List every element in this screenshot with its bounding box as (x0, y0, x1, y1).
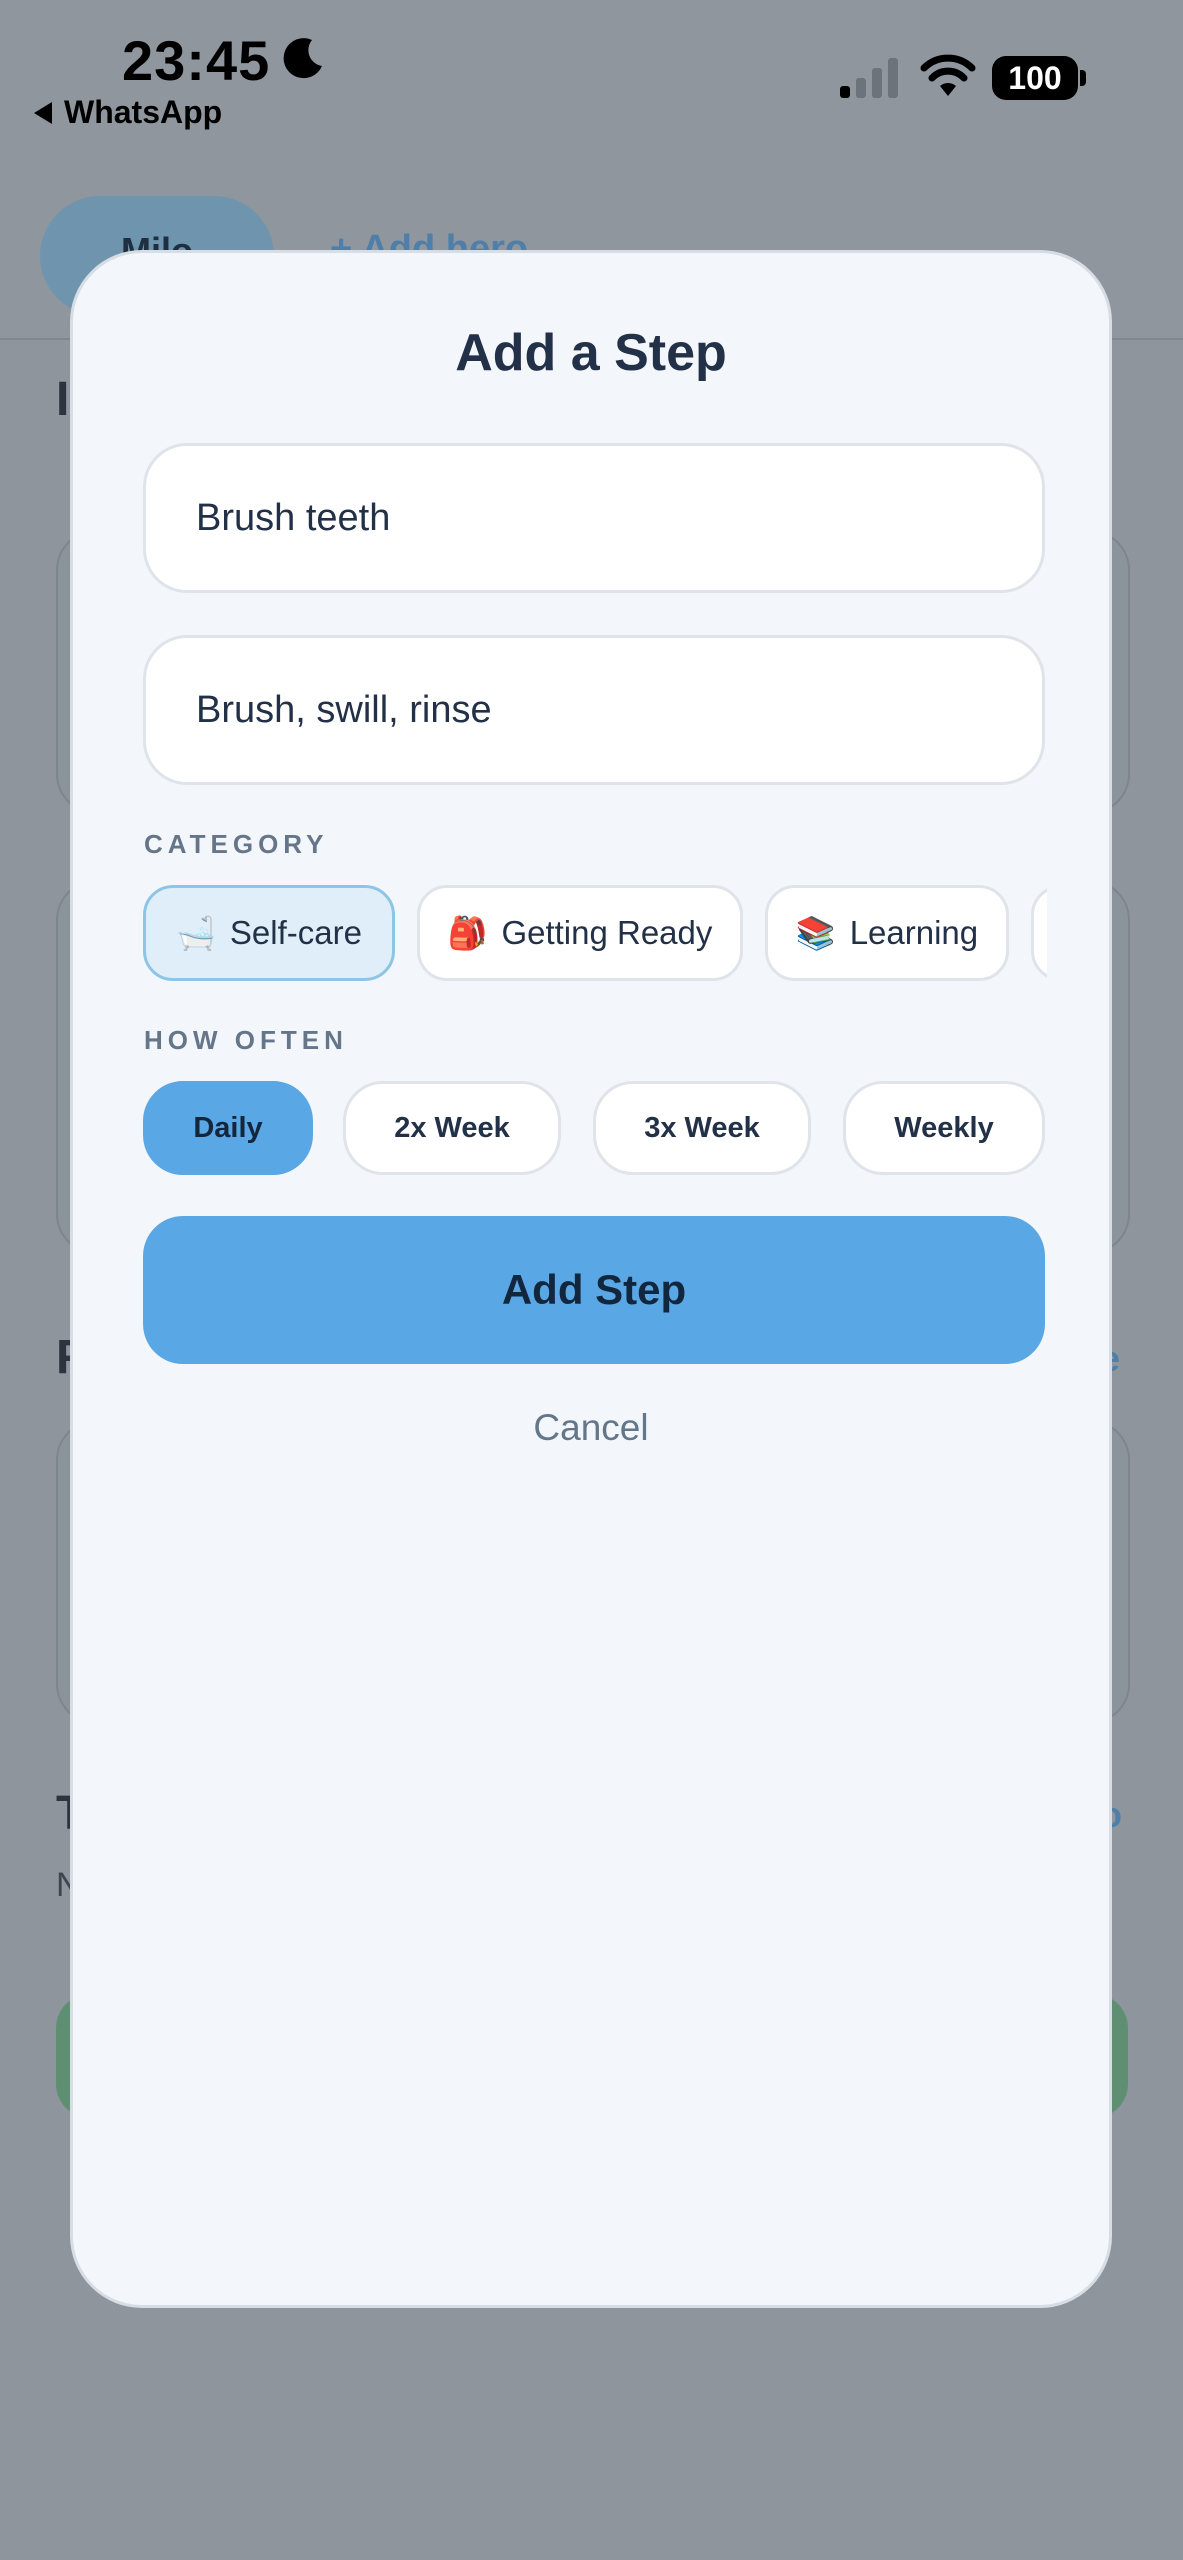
frequency-2x-week[interactable]: 2x Week (343, 1081, 561, 1175)
frequency-label: HOW OFTEN (144, 1025, 348, 1055)
moon-icon (283, 38, 322, 79)
backpack-icon: 🎒 (447, 915, 488, 951)
category-chip-learning[interactable]: 📚 Learning (765, 885, 1009, 981)
back-to-app[interactable]: WhatsApp (34, 94, 222, 131)
modal-title: Add a Step (455, 324, 727, 382)
category-label: CATEGORY (144, 829, 329, 859)
category-chip-label: Getting Ready (501, 914, 713, 951)
category-chip-getting-ready[interactable]: 🎒 Getting Ready (417, 885, 743, 981)
frequency-daily[interactable]: Daily (143, 1081, 313, 1175)
background-heading: I (56, 373, 70, 426)
status-time: 23:45 (122, 29, 271, 92)
category-chip-label: Self-care (229, 914, 362, 951)
category-chip-row[interactable]: 🛁 Self-care 🎒 Getting Ready 📚 Learning (143, 885, 1047, 983)
add-step-modal: Add a Step Brush teeth Brush, swill, rin… (70, 250, 1112, 2308)
battery-cap (1080, 70, 1086, 86)
books-icon: 📚 (795, 915, 836, 951)
step-name-input[interactable]: Brush teeth (143, 443, 1045, 593)
add-step-button[interactable]: Add Step (143, 1216, 1045, 1364)
category-chip-self-care[interactable]: 🛁 Self-care (143, 885, 395, 981)
cancel-button[interactable]: Cancel (73, 1407, 1109, 1449)
category-chip-label: Learning (849, 914, 979, 951)
bathtub-icon: 🛁 (176, 915, 216, 951)
frequency-weekly[interactable]: Weekly (843, 1081, 1045, 1175)
step-description-input[interactable]: Brush, swill, rinse (143, 635, 1045, 785)
category-chip-more[interactable] (1031, 885, 1047, 981)
wifi-icon (920, 54, 976, 96)
back-arrow-icon (34, 101, 52, 124)
cellular-signal-icon (840, 58, 898, 98)
battery-indicator: 100 (992, 56, 1078, 100)
frequency-3x-week[interactable]: 3x Week (593, 1081, 811, 1175)
back-app-label: WhatsApp (64, 94, 223, 130)
